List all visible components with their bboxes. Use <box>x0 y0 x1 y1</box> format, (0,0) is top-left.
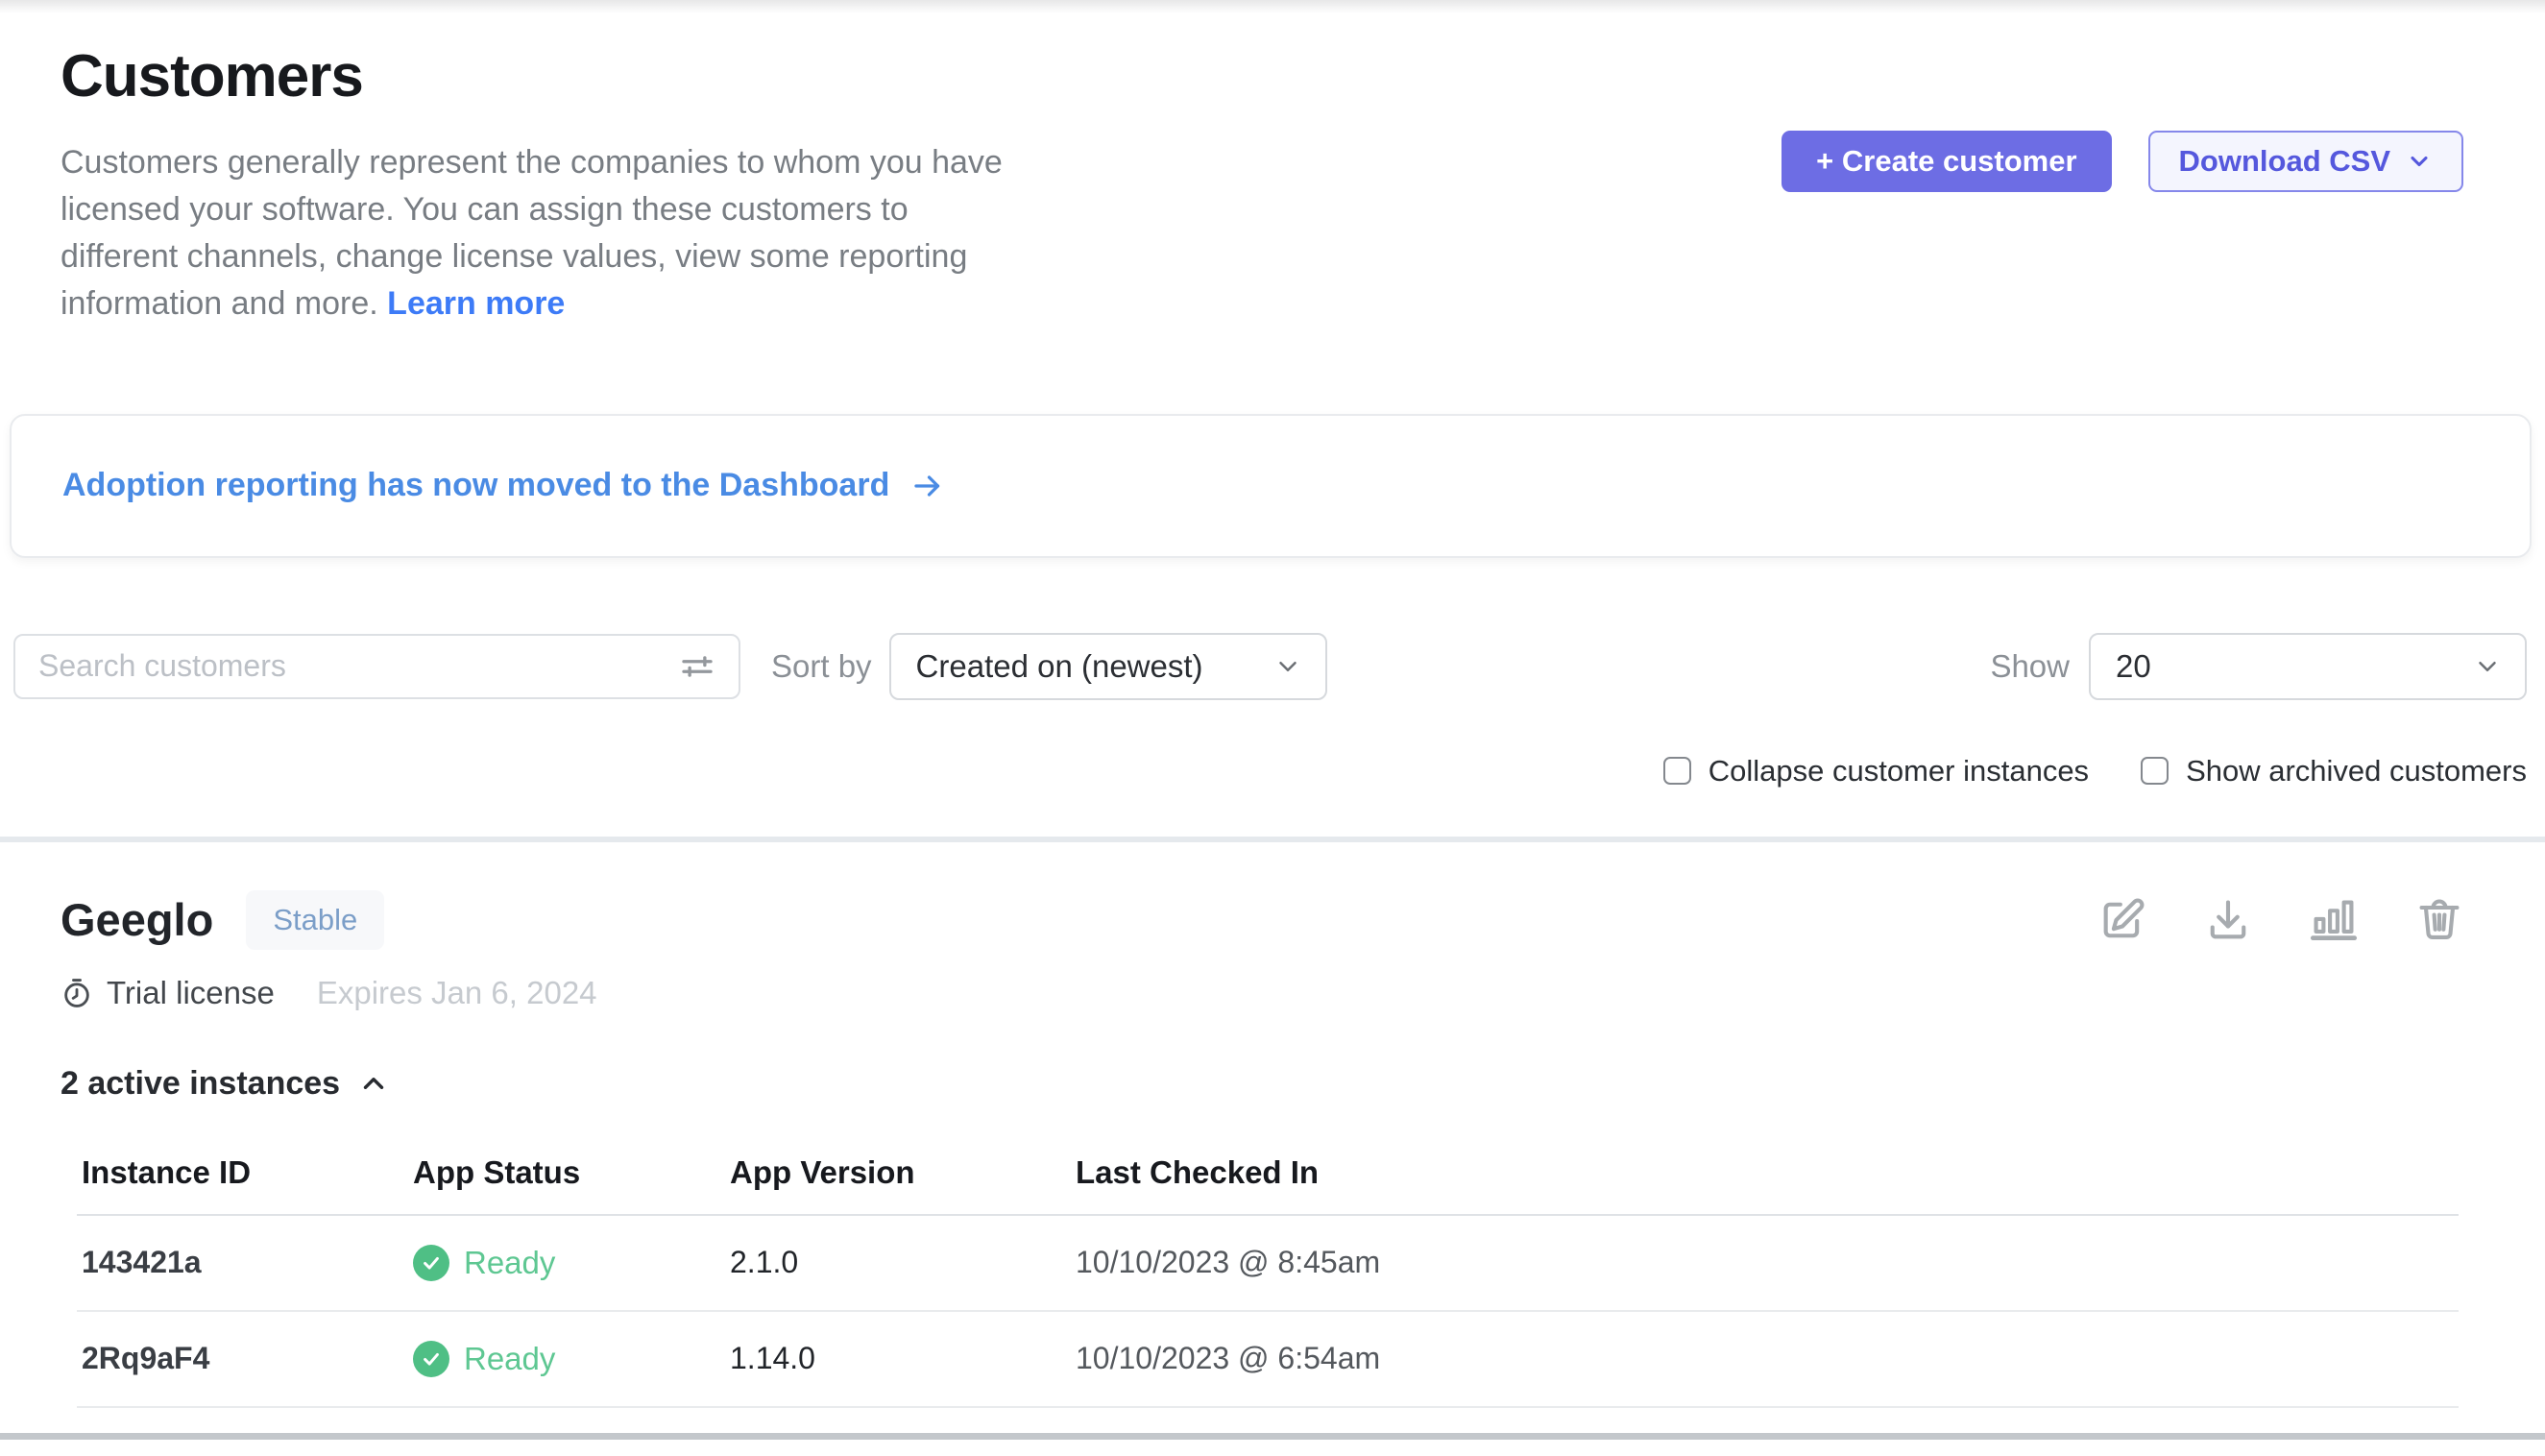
app-version: 1.14.0 <box>730 1341 1076 1376</box>
customer-actions <box>2097 895 2464 945</box>
col-header-instance-id: Instance ID <box>82 1154 413 1191</box>
sort-select[interactable]: Created on (newest) <box>889 633 1327 700</box>
table-row[interactable]: 2Rq9aF4 Ready 1.14.0 10/10/2023 @ 6:54am <box>77 1312 2459 1408</box>
customer-card: Geeglo Stable <box>0 842 2545 1408</box>
license-type: Trial license <box>61 975 275 1011</box>
instances-table: Instance ID App Status App Version Last … <box>77 1139 2459 1408</box>
bar-chart-icon[interactable] <box>2309 895 2359 945</box>
instance-id: 143421a <box>82 1245 413 1280</box>
last-checked-in: 10/10/2023 @ 8:45am <box>1076 1245 2459 1280</box>
banner-link-text[interactable]: Adoption reporting has now moved to the … <box>62 467 889 504</box>
customer-name[interactable]: Geeglo <box>61 893 213 946</box>
license-expiry: Expires Jan 6, 2024 <box>317 975 597 1011</box>
last-checked-in: 10/10/2023 @ 6:54am <box>1076 1341 2459 1376</box>
instances-table-header: Instance ID App Status App Version Last … <box>77 1139 2459 1216</box>
instances-toggle-label: 2 active instances <box>61 1065 340 1103</box>
header-actions: + Create customer Download CSV <box>1782 131 2463 328</box>
list-controls: Sort by Created on (newest) Show 20 <box>13 633 2527 700</box>
list-toggles: Collapse customer instances Show archive… <box>0 754 2527 789</box>
arrow-right-icon <box>910 469 945 503</box>
chevron-down-icon <box>1273 652 1302 681</box>
collapse-instances-label: Collapse customer instances <box>1709 754 2089 789</box>
download-icon[interactable] <box>2203 895 2253 945</box>
top-scroll-shadow <box>0 0 2545 13</box>
page-title: Customers <box>61 42 1030 110</box>
trash-icon[interactable] <box>2414 895 2464 945</box>
col-header-last-checked-in: Last Checked In <box>1076 1154 2459 1191</box>
chevron-down-icon <box>2473 652 2502 681</box>
app-status: Ready <box>413 1245 730 1281</box>
col-header-app-status: App Status <box>413 1154 730 1191</box>
app-version: 2.1.0 <box>730 1245 1076 1280</box>
check-circle-icon <box>413 1245 449 1281</box>
page-size-select[interactable]: 20 <box>2089 633 2527 700</box>
app-status: Ready <box>413 1341 730 1377</box>
chevron-down-icon <box>2406 148 2433 175</box>
filter-sliders-icon[interactable] <box>677 646 717 687</box>
show-archived-checkbox[interactable] <box>2141 757 2169 785</box>
customer-header-row: Geeglo Stable <box>61 890 2478 950</box>
create-customer-button[interactable]: + Create customer <box>1782 131 2111 192</box>
app-status-label: Ready <box>464 1245 555 1281</box>
show-archived-label: Show archived customers <box>2186 754 2527 789</box>
license-row: Trial license Expires Jan 6, 2024 <box>61 975 2478 1011</box>
page-description: Customers generally represent the compan… <box>61 139 1030 328</box>
edit-icon[interactable] <box>2097 895 2147 945</box>
collapse-instances-toggle[interactable]: Collapse customer instances <box>1663 754 2089 789</box>
collapse-instances-checkbox[interactable] <box>1663 757 1691 785</box>
sort-by-label: Sort by <box>771 648 872 685</box>
check-circle-icon <box>413 1341 449 1377</box>
customers-page: Customers Customers generally represent … <box>0 0 2545 1456</box>
col-header-app-version: App Version <box>730 1154 1076 1191</box>
search-box <box>13 634 740 699</box>
instance-id: 2Rq9aF4 <box>82 1341 413 1376</box>
page-header: Customers Customers generally represent … <box>0 13 2545 328</box>
download-csv-button[interactable]: Download CSV <box>2148 131 2463 192</box>
instances-toggle[interactable]: 2 active instances <box>61 1065 2478 1103</box>
search-input[interactable] <box>38 648 664 684</box>
chevron-up-icon <box>357 1067 390 1100</box>
app-status-label: Ready <box>464 1341 555 1377</box>
stopwatch-icon <box>61 977 93 1009</box>
header-text-block: Customers Customers generally represent … <box>61 42 1030 328</box>
show-label: Show <box>1990 648 2070 685</box>
adoption-reporting-banner[interactable]: Adoption reporting has now moved to the … <box>10 414 2532 558</box>
page-size-value: 20 <box>2116 648 2151 685</box>
license-type-label: Trial license <box>107 975 275 1011</box>
channel-badge[interactable]: Stable <box>246 890 384 950</box>
learn-more-link[interactable]: Learn more <box>387 285 565 322</box>
show-archived-toggle[interactable]: Show archived customers <box>2141 754 2527 789</box>
sort-select-value: Created on (newest) <box>916 648 1203 685</box>
page-bottom-divider <box>0 1433 2545 1440</box>
table-row[interactable]: 143421a Ready 2.1.0 10/10/2023 @ 8:45am <box>77 1216 2459 1312</box>
download-csv-label: Download CSV <box>2179 144 2390 179</box>
